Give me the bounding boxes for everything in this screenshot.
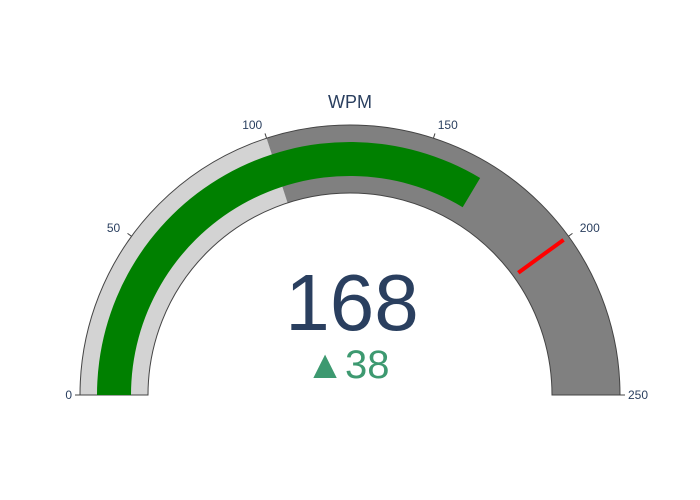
gauge-chart: 0 50 100 150 200 250 WPM 168 ▲ 38 bbox=[0, 0, 700, 500]
gauge-tick-label: 250 bbox=[628, 388, 648, 402]
gauge-tick bbox=[568, 232, 573, 237]
delta-up-icon: ▲ bbox=[305, 343, 345, 387]
gauge-tick-label: 150 bbox=[438, 118, 458, 132]
gauge-tick-label: 50 bbox=[107, 221, 121, 235]
gauge-title: WPM bbox=[328, 92, 372, 112]
gauge-tick-label: 200 bbox=[580, 221, 600, 235]
gauge-tick bbox=[432, 133, 436, 139]
gauge-value: 168 bbox=[285, 258, 418, 347]
delta-value: 38 bbox=[345, 343, 390, 387]
gauge-svg: 0 50 100 150 200 250 WPM 168 ▲ 38 bbox=[65, 92, 648, 402]
gauge-tick-label: 100 bbox=[242, 118, 262, 132]
delta-indicator: ▲ 38 bbox=[305, 343, 389, 387]
gauge-tick bbox=[264, 133, 268, 139]
gauge-tick-label: 0 bbox=[65, 388, 72, 402]
gauge-tick bbox=[127, 232, 132, 237]
